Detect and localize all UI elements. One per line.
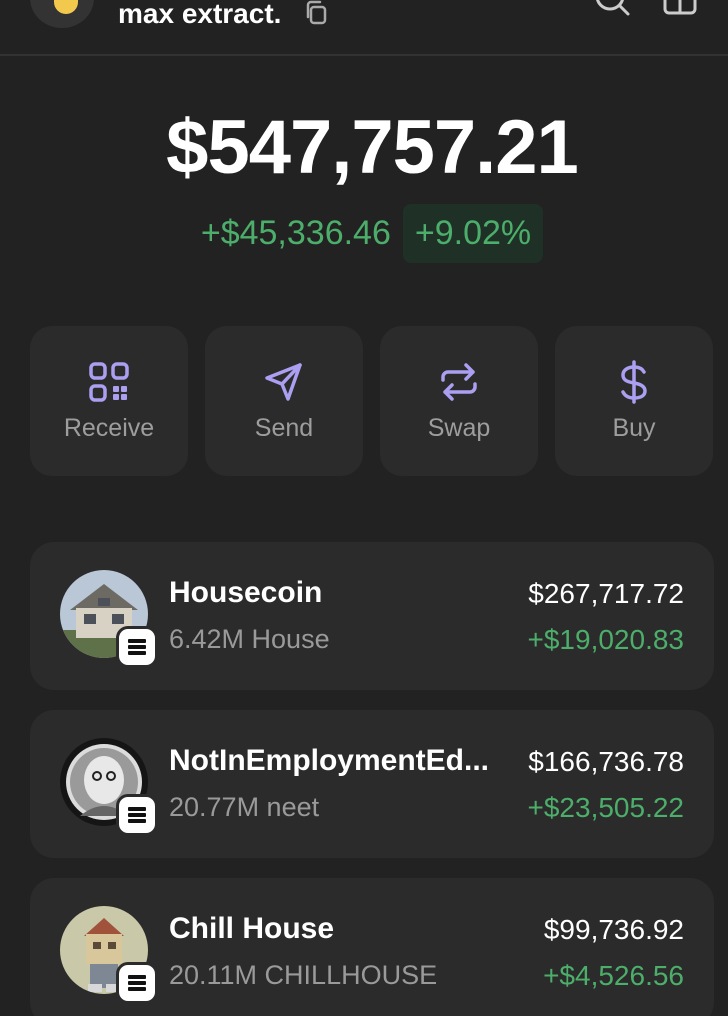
token-name: NotInEmploymentEd...	[169, 744, 490, 777]
search-icon[interactable]	[592, 0, 632, 18]
token-row-neet[interactable]: NotInEmploymentEd... 20.77M neet $166,73…	[30, 710, 714, 858]
send-icon	[265, 363, 302, 401]
account-name[interactable]: max extract.	[118, 0, 281, 30]
account-avatar[interactable]	[30, 0, 94, 28]
token-name: Housecoin	[169, 576, 323, 609]
swap-icon	[441, 363, 477, 401]
solana-badge-icon	[116, 626, 158, 668]
token-change: +$19,020.83	[527, 624, 685, 655]
token-change: +$4,526.56	[543, 960, 684, 991]
swap-button[interactable]: Swap	[380, 326, 538, 476]
send-button[interactable]: Send	[205, 326, 363, 476]
qr-code-icon	[89, 362, 129, 402]
token-value: $267,717.72	[528, 578, 684, 609]
token-row-housecoin[interactable]: Housecoin 6.42M House $267,717.72 +$19,0…	[30, 542, 714, 690]
solana-badge-icon	[116, 962, 158, 1004]
sidebar-icon[interactable]	[662, 0, 698, 16]
dollar-icon	[621, 360, 647, 404]
token-row-chillhouse[interactable]: Chill House 20.11M CHILLHOUSE $99,736.92…	[30, 878, 714, 1016]
buy-label: Buy	[612, 414, 656, 442]
receive-label: Receive	[63, 414, 155, 442]
send-label: Send	[254, 414, 314, 442]
total-balance: $547,757.21	[166, 105, 579, 190]
token-value: $166,736.78	[528, 746, 684, 777]
token-quantity: 6.42M House	[169, 624, 330, 654]
token-value: $99,736.92	[543, 914, 684, 945]
action-buttons: Receive Send Swap Buy	[30, 326, 728, 478]
token-name: Chill House	[169, 912, 335, 945]
balance-change: +$45,336.46 +9.02%	[0, 203, 728, 263]
token-change: +$23,505.22	[527, 792, 685, 823]
change-percent-badge: +9.02%	[402, 203, 544, 263]
swap-label: Swap	[427, 414, 491, 442]
token-quantity: 20.77M neet	[169, 792, 320, 822]
header: max extract.	[0, 0, 728, 56]
token-quantity: 20.11M CHILLHOUSE	[169, 960, 438, 990]
solana-badge-icon	[116, 794, 158, 836]
buy-button[interactable]: Buy	[555, 326, 713, 476]
wallet-screen: max extract. $547,757.21 +$45,336.46 +9.…	[0, 0, 728, 1016]
copy-icon[interactable]	[302, 0, 332, 28]
change-amount: +$45,336.46	[200, 213, 391, 252]
receive-button[interactable]: Receive	[30, 326, 188, 476]
